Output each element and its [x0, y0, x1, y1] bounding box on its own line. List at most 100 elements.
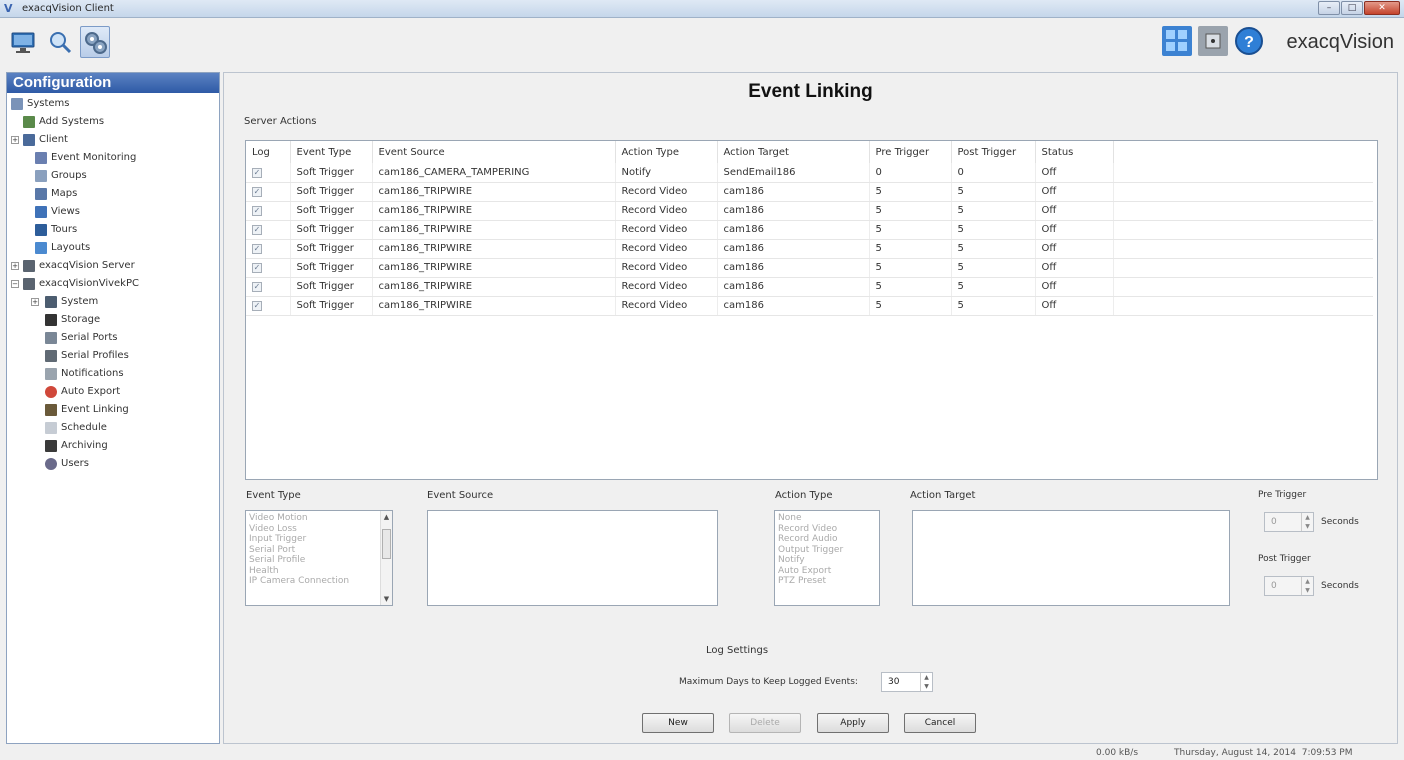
scroll-thumb[interactable] — [382, 529, 391, 559]
list-item[interactable]: IP Camera Connection — [249, 576, 389, 587]
action-type-list[interactable]: None Record Video Record Audio Output Tr… — [774, 510, 880, 606]
new-button[interactable]: New — [642, 713, 714, 733]
close-button[interactable]: ✕ — [1364, 1, 1400, 15]
list-item[interactable]: Serial Port — [249, 545, 389, 556]
max-days-spinner[interactable]: 30 ▲ ▼ — [881, 672, 933, 692]
log-checkbox[interactable]: ✓ — [252, 167, 262, 178]
table-row[interactable]: ✓ Soft Trigger cam186_TRIPWIRE Record Vi… — [246, 182, 1373, 202]
cell-post-trigger: 5 — [951, 220, 1036, 240]
list-item[interactable]: Video Loss — [249, 524, 389, 535]
collapse-vivekpc-icon[interactable]: − — [11, 280, 19, 288]
search-button[interactable] — [44, 26, 74, 58]
cancel-button[interactable]: Cancel — [904, 713, 976, 733]
column-header-status[interactable]: Status — [1035, 141, 1114, 163]
table-row[interactable]: ✓ Soft Trigger cam186_CAMERA_TAMPERING N… — [246, 163, 1373, 183]
cell-post-trigger: 5 — [951, 277, 1036, 297]
tree-item-serial-ports[interactable]: Serial Ports — [7, 329, 219, 347]
tree-item-layouts[interactable]: Layouts — [7, 239, 219, 257]
tree-item-groups[interactable]: Groups — [7, 167, 219, 185]
tree-item-notifications[interactable]: Notifications — [7, 365, 219, 383]
tree-item-tours[interactable]: Tours — [7, 221, 219, 239]
cell-action-target: cam186 — [717, 258, 870, 278]
help-icon[interactable]: ? — [1234, 26, 1264, 56]
table-row[interactable]: ✓ Soft Trigger cam186_TRIPWIRE Record Vi… — [246, 201, 1373, 221]
list-item[interactable]: Record Video — [778, 524, 876, 535]
tree-item-exacqvision-server[interactable]: + exacqVision Server — [7, 257, 219, 275]
tree-item-auto-export[interactable]: Auto Export — [7, 383, 219, 401]
archiving-icon — [45, 440, 57, 452]
title-bar: V exacqVision Client – □ ✕ — [0, 0, 1404, 18]
log-checkbox[interactable]: ✓ — [252, 282, 262, 292]
pre-trigger-spinner[interactable]: 0 ▲ ▼ — [1264, 512, 1314, 532]
tree-item-users[interactable]: Users — [7, 455, 219, 473]
event-source-list[interactable] — [427, 510, 718, 606]
event-type-list[interactable]: Video Motion Video Loss Input Trigger Se… — [245, 510, 393, 606]
list-item[interactable]: Record Audio — [778, 534, 876, 545]
tree-item-event-monitoring[interactable]: Event Monitoring — [7, 149, 219, 167]
column-header-event-source[interactable]: Event Source — [372, 141, 616, 163]
spinner-arrows-icon[interactable]: ▲ ▼ — [1301, 577, 1313, 595]
apply-button[interactable]: Apply — [817, 713, 889, 733]
list-item[interactable]: Notify — [778, 555, 876, 566]
table-row[interactable]: ✓ Soft Trigger cam186_TRIPWIRE Record Vi… — [246, 258, 1373, 278]
cell-status: Off — [1035, 201, 1114, 221]
column-header-action-type[interactable]: Action Type — [615, 141, 718, 163]
config-button[interactable] — [80, 26, 110, 58]
maximize-button[interactable]: □ — [1341, 1, 1363, 15]
tree-item-views[interactable]: Views — [7, 203, 219, 221]
table-row[interactable]: ✓ Soft Trigger cam186_TRIPWIRE Record Vi… — [246, 220, 1373, 240]
action-target-list[interactable] — [912, 510, 1230, 606]
list-item[interactable]: Output Trigger — [778, 545, 876, 556]
table-row[interactable]: ✓ Soft Trigger cam186_TRIPWIRE Record Vi… — [246, 239, 1373, 259]
log-checkbox[interactable]: ✓ — [252, 225, 262, 235]
column-header-post-trigger[interactable]: Post Trigger — [951, 141, 1036, 163]
live-view-button[interactable] — [8, 26, 38, 58]
tree-item-serial-profiles[interactable]: Serial Profiles — [7, 347, 219, 365]
tree-item-maps[interactable]: Maps — [7, 185, 219, 203]
expand-server-icon[interactable]: + — [11, 262, 19, 270]
list-item[interactable]: PTZ Preset — [778, 576, 876, 587]
table-row[interactable]: ✓ Soft Trigger cam186_TRIPWIRE Record Vi… — [246, 296, 1373, 316]
scroll-down-icon[interactable]: ▼ — [381, 593, 392, 605]
info-icon[interactable] — [1198, 26, 1228, 56]
event-monitoring-icon — [35, 152, 47, 164]
column-header-pre-trigger[interactable]: Pre Trigger — [869, 141, 952, 163]
spinner-arrows-icon[interactable]: ▲ ▼ — [1301, 513, 1313, 531]
table-row[interactable]: ✓ Soft Trigger cam186_TRIPWIRE Record Vi… — [246, 277, 1373, 297]
event-type-scrollbar[interactable]: ▲ ▼ — [380, 511, 392, 605]
log-checkbox[interactable]: ✓ — [252, 206, 262, 216]
tree-item-archiving[interactable]: Archiving — [7, 437, 219, 455]
column-header-action-target[interactable]: Action Target — [717, 141, 870, 163]
tree-item-client[interactable]: + Client — [7, 131, 219, 149]
delete-button[interactable]: Delete — [729, 713, 801, 733]
cell-status: Off — [1035, 296, 1114, 316]
cell-event-type: Soft Trigger — [290, 220, 373, 240]
log-checkbox[interactable]: ✓ — [252, 187, 262, 197]
tree-item-schedule[interactable]: Schedule — [7, 419, 219, 437]
expand-client-icon[interactable]: + — [11, 136, 19, 144]
list-item[interactable]: None — [778, 513, 876, 524]
list-item[interactable]: Auto Export — [778, 566, 876, 577]
post-trigger-spinner[interactable]: 0 ▲ ▼ — [1264, 576, 1314, 596]
tree-item-systems[interactable]: Systems — [7, 95, 219, 113]
column-header-log[interactable]: Log — [246, 141, 291, 163]
tree-item-exacqvisionvivekpc[interactable]: − exacqVisionVivekPC — [7, 275, 219, 293]
cell-action-target: cam186 — [717, 277, 870, 297]
tree-item-storage[interactable]: Storage — [7, 311, 219, 329]
tree-item-system[interactable]: + System — [7, 293, 219, 311]
expand-system-icon[interactable]: + — [31, 298, 39, 306]
scroll-up-icon[interactable]: ▲ — [381, 511, 392, 523]
minimize-button[interactable]: – — [1318, 1, 1340, 15]
log-checkbox[interactable]: ✓ — [252, 244, 262, 254]
tree-item-event-linking[interactable]: Event Linking — [7, 401, 219, 419]
list-item[interactable]: Health — [249, 566, 389, 577]
list-item[interactable]: Video Motion — [249, 513, 389, 524]
log-checkbox[interactable]: ✓ — [252, 301, 262, 311]
layout-icon[interactable] — [1162, 26, 1192, 56]
log-checkbox[interactable]: ✓ — [252, 263, 262, 273]
spinner-arrows-icon[interactable]: ▲ ▼ — [920, 673, 932, 691]
tree-item-add-systems[interactable]: Add Systems — [7, 113, 219, 131]
column-header-event-type[interactable]: Event Type — [290, 141, 373, 163]
list-item[interactable]: Serial Profile — [249, 555, 389, 566]
list-item[interactable]: Input Trigger — [249, 534, 389, 545]
